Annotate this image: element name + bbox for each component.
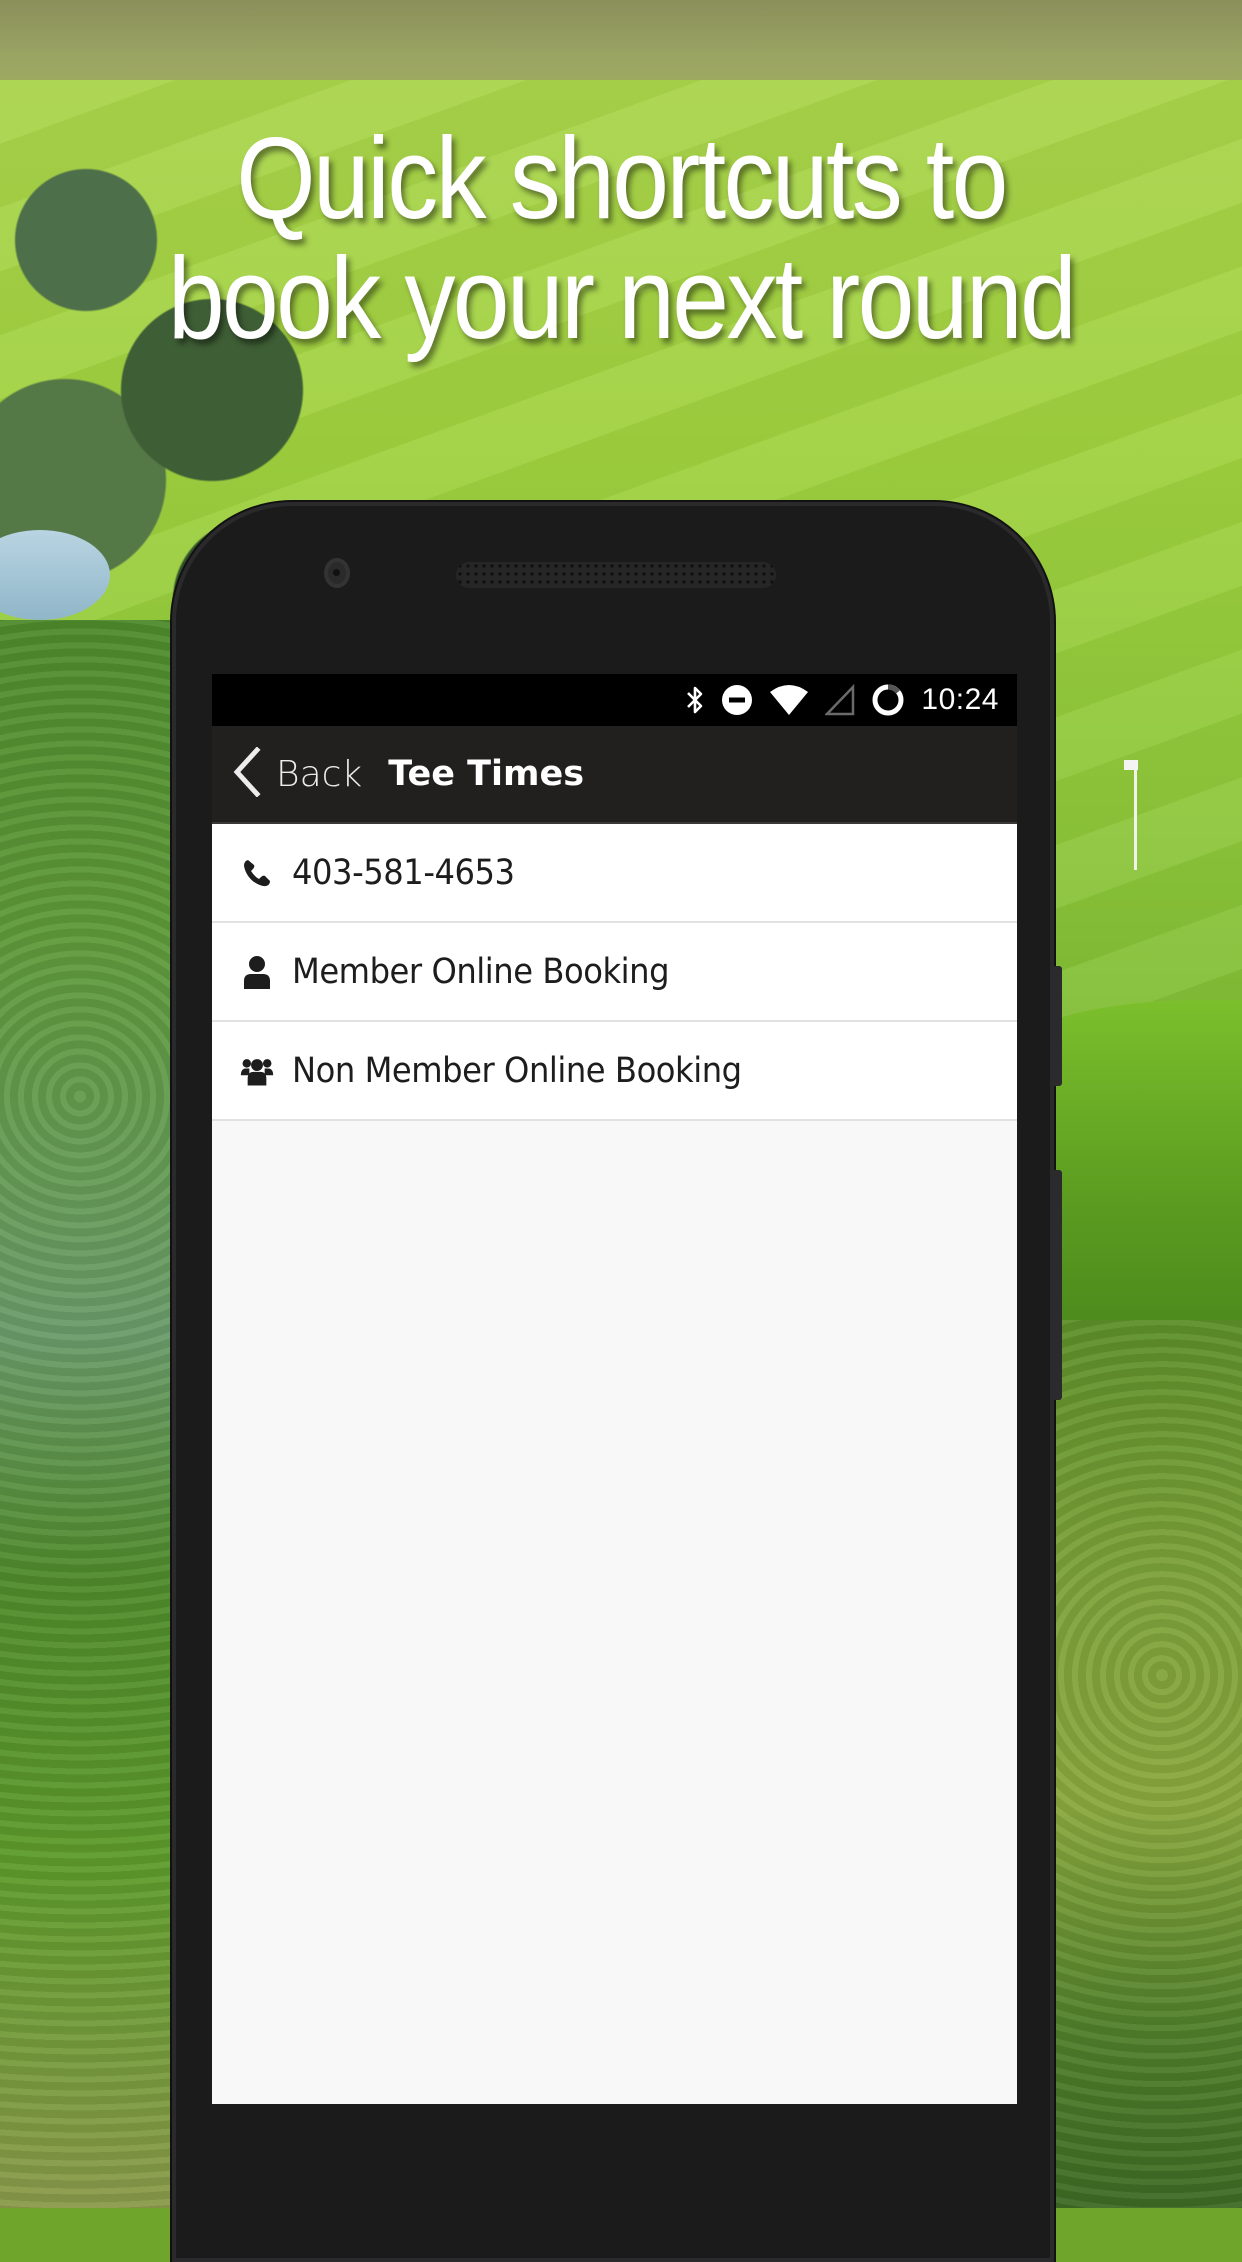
back-label: Back — [276, 753, 363, 795]
empty-content-area — [212, 1121, 1017, 2104]
phone-screen: 10:24 Back Tee Times 403-581-4653 Member… — [212, 674, 1017, 2104]
power-button — [1052, 966, 1062, 1086]
status-time: 10:24 — [921, 683, 999, 716]
app-bar: Back Tee Times — [212, 726, 1017, 824]
background-shrubs-left — [0, 620, 200, 2208]
menu-item-phone[interactable]: 403-581-4653 — [212, 824, 1017, 923]
user-icon — [240, 955, 274, 989]
users-icon — [240, 1054, 274, 1088]
golf-flag-icon — [1124, 760, 1138, 870]
headline-line-1: Quick shortcuts to — [236, 113, 1008, 243]
chevron-left-icon — [232, 745, 262, 802]
battery-icon — [871, 683, 905, 717]
volume-button — [1052, 1170, 1062, 1400]
menu-item-member-booking[interactable]: Member Online Booking — [212, 923, 1017, 1022]
menu-item-label: 403-581-4653 — [292, 852, 515, 893]
status-bar: 10:24 — [212, 674, 1017, 726]
tee-times-menu: 403-581-4653 Member Online Booking Non M… — [212, 824, 1017, 1121]
phone-icon — [240, 856, 274, 890]
promo-headline: Quick shortcuts to book your next round — [75, 118, 1168, 358]
background-shrubs-right — [1042, 1320, 1242, 2208]
cell-signal-icon — [825, 684, 855, 716]
menu-item-label: Non Member Online Booking — [292, 1050, 742, 1091]
menu-item-label: Member Online Booking — [292, 951, 670, 992]
earpiece-speaker — [456, 562, 776, 588]
headline-line-2: book your next round — [167, 233, 1077, 363]
bluetooth-icon — [685, 684, 705, 716]
menu-item-non-member-booking[interactable]: Non Member Online Booking — [212, 1022, 1017, 1121]
wifi-icon — [769, 684, 809, 716]
back-button[interactable]: Back — [232, 745, 363, 802]
front-camera-icon — [324, 558, 350, 588]
page-title: Tee Times — [388, 754, 585, 794]
do-not-disturb-icon — [721, 684, 753, 716]
